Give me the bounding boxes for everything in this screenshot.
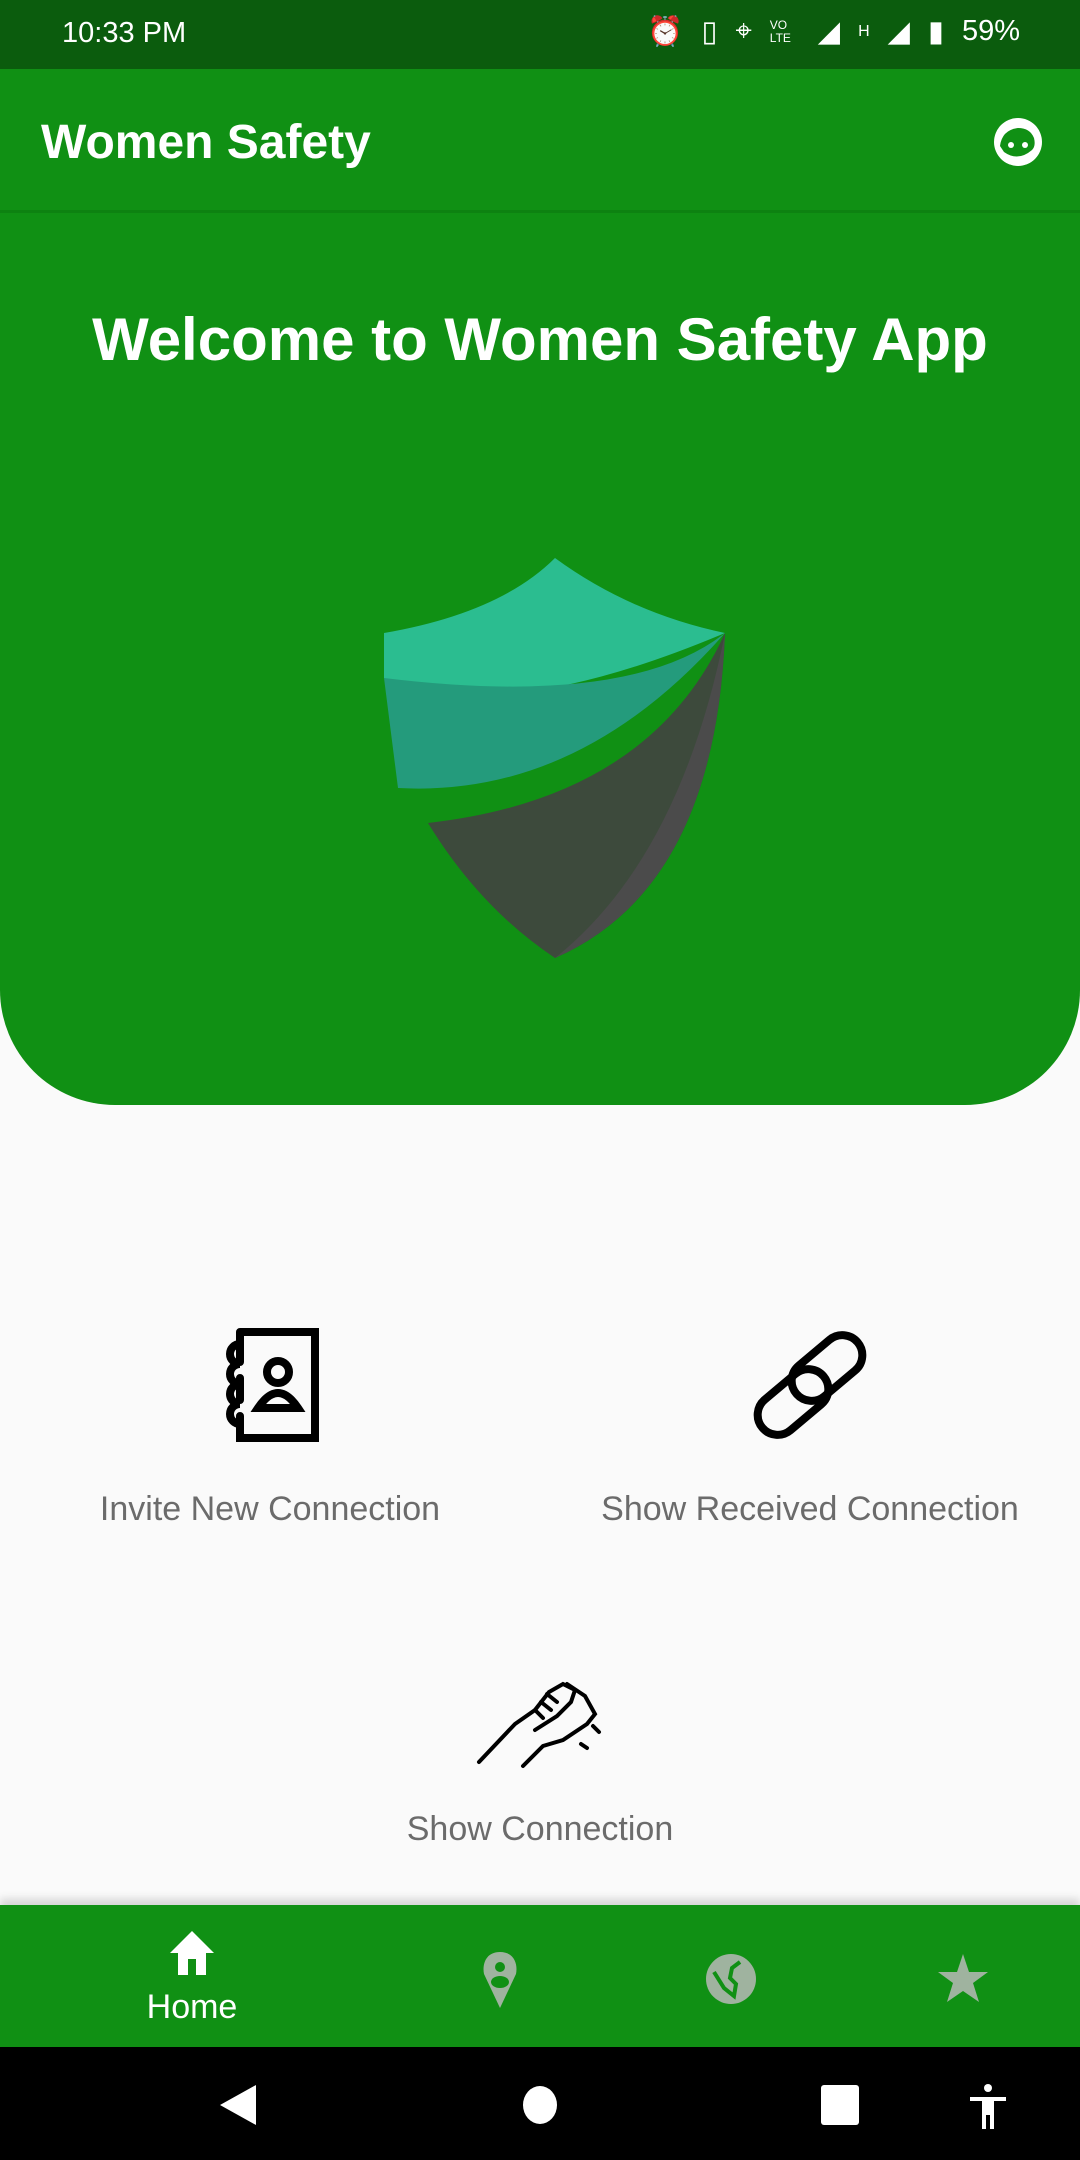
nav-location[interactable] xyxy=(400,1905,600,2047)
status-time: 10:33 PM xyxy=(62,17,187,49)
star-icon xyxy=(938,1954,988,2002)
status-bar: 10:33 PM ⏰ ▯ ⌖ VO LTE ◢ H ◢ ▮ 59% xyxy=(0,0,1080,69)
bottom-navigation: Home xyxy=(0,1905,1080,2047)
location-icon: ⌖ xyxy=(735,15,752,47)
show-connection-label: Show Connection xyxy=(406,1810,674,1848)
battery-level: 59% xyxy=(961,15,1020,47)
system-navigation-bar xyxy=(0,2047,1080,2160)
signal-icon: ◢ xyxy=(887,16,910,48)
show-connection-button[interactable]: Show Connection xyxy=(340,1640,740,1849)
shield-logo xyxy=(384,558,725,958)
face-icon[interactable] xyxy=(992,116,1044,173)
nav-home-label: Home xyxy=(146,1988,238,2026)
app-bar: Women Safety xyxy=(0,69,1080,213)
home-icon xyxy=(170,1931,214,1975)
hero-banner: Welcome to Women Safety App xyxy=(0,213,1080,1105)
location-pin-icon xyxy=(483,1952,517,2008)
show-received-connection-label: Show Received Connection xyxy=(601,1490,1019,1528)
accessibility-icon[interactable] xyxy=(966,2083,1010,2136)
invite-new-connection-button[interactable]: Invite New Connection xyxy=(60,1320,480,1529)
back-button[interactable] xyxy=(218,2083,258,2132)
status-icons: ⏰ ▯ ⌖ VO LTE ◢ H ◢ ▮ 59% xyxy=(647,14,1020,49)
app-title: Women Safety xyxy=(41,116,371,169)
vibrate-icon: ▯ xyxy=(701,16,718,48)
network-type: H xyxy=(858,22,870,40)
battery-icon: ▮ xyxy=(927,16,944,48)
globe-icon xyxy=(706,1954,756,2004)
recents-button[interactable] xyxy=(820,2083,860,2132)
nav-globe[interactable] xyxy=(631,1905,831,2047)
home-button[interactable] xyxy=(521,2083,559,2132)
show-received-connection-button[interactable]: Show Received Connection xyxy=(580,1320,1040,1529)
contact-book-icon xyxy=(226,1328,319,1442)
link-icon xyxy=(753,1331,867,1439)
signal-icon: ◢ xyxy=(817,16,841,48)
handshake-icon xyxy=(477,1681,601,1768)
alarm-icon: ⏰ xyxy=(647,15,684,48)
nav-home[interactable]: Home xyxy=(92,1905,292,2047)
volte-icon: VO LTE xyxy=(769,17,791,45)
nav-favorites[interactable] xyxy=(863,1905,1063,2047)
welcome-title: Welcome to Women Safety App xyxy=(92,306,988,373)
invite-new-connection-label: Invite New Connection xyxy=(99,1490,441,1528)
